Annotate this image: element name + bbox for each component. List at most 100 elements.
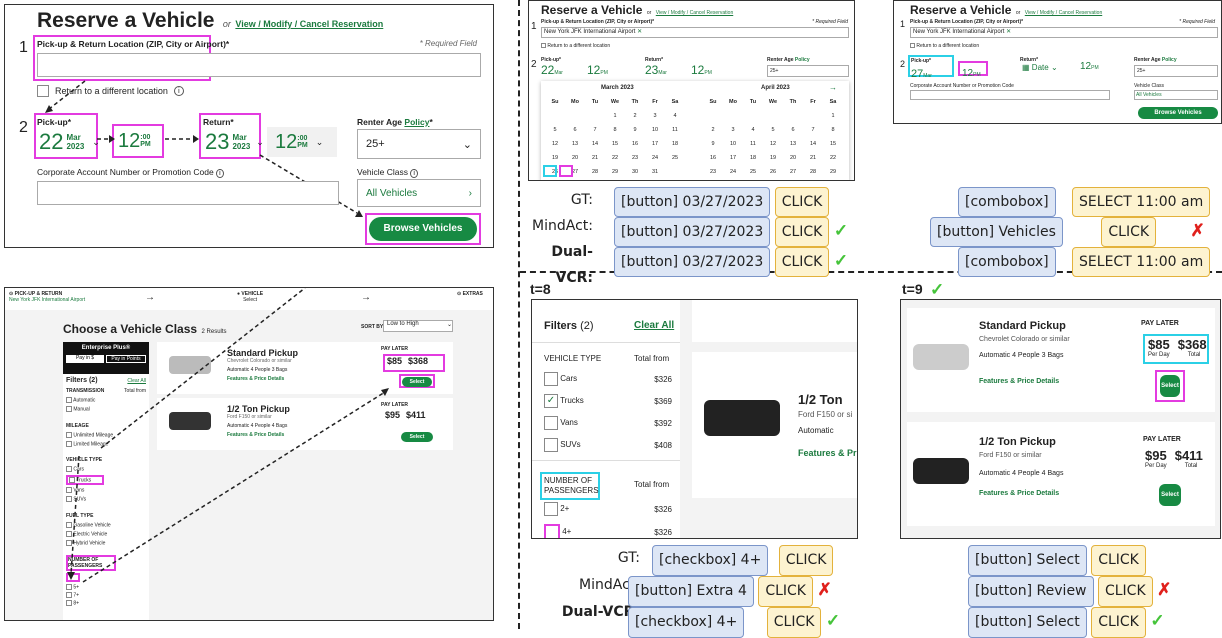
calendar-day[interactable]: 9 (703, 141, 723, 147)
calendar-day[interactable]: 19 (545, 155, 565, 161)
calendar-day[interactable]: 5 (545, 127, 565, 133)
calendar-day[interactable]: 24 (645, 155, 665, 161)
calendar-day[interactable]: 12 (763, 141, 783, 147)
checkbox[interactable]: ✓ (544, 394, 558, 408)
next-month-icon[interactable]: → (829, 83, 837, 92)
close-icon[interactable]: ✕ (1006, 29, 1011, 35)
checkbox[interactable] (541, 43, 546, 49)
return-time-combobox[interactable]: 12PM (1080, 61, 1099, 72)
calendar-day[interactable]: 3 (723, 127, 743, 133)
checkbox[interactable] (910, 43, 915, 49)
pass-4plus-checkbox[interactable] (544, 524, 560, 538)
calendar-day[interactable]: 31 (645, 169, 665, 175)
features-link[interactable]: Features & Pr (798, 448, 857, 458)
calendar-day[interactable]: 3 (645, 113, 665, 119)
calendar-day[interactable]: 26 (763, 169, 783, 175)
calendar-day[interactable]: 1 (823, 113, 843, 119)
return-date-button[interactable]: ▦ Date ⌄ (1022, 63, 1058, 72)
calendar-day[interactable]: 21 (803, 155, 823, 161)
pickup-date-button[interactable]: 22Mar (541, 63, 563, 77)
policy-link[interactable]: Policy (404, 117, 429, 127)
browse-vehicles-button[interactable]: Browse Vehicles (369, 217, 477, 241)
select-button[interactable]: Select (1159, 484, 1181, 506)
calendar-day[interactable]: 27 (783, 169, 803, 175)
pickup-location-input[interactable]: New York JFK International Airport ✕ (541, 27, 849, 38)
calendar-day[interactable]: 16 (625, 141, 645, 147)
pickup-time-combobox[interactable]: 12PM (958, 61, 988, 79)
select-button[interactable]: Select (1160, 375, 1180, 397)
pickup-date-highlight[interactable]: Pick-up* 27Mar (908, 55, 954, 80)
calendar-day[interactable]: 24 (723, 169, 743, 175)
calendar-day[interactable]: 7 (585, 127, 605, 133)
calendar-day[interactable]: 8 (605, 127, 625, 133)
calendar-day[interactable]: 5 (763, 127, 783, 133)
corp-code-input[interactable] (37, 181, 339, 205)
vehicle-class-select[interactable]: All Vehicles › (357, 179, 481, 207)
calendar-day[interactable]: 23 (625, 155, 645, 161)
renter-age-select[interactable]: 25+ ⌄ (357, 129, 481, 159)
calendar-day[interactable]: 23 (703, 169, 723, 175)
calendar-day[interactable]: 20 (783, 155, 803, 161)
calendar-day[interactable]: 28 (585, 169, 605, 175)
calendar-day[interactable]: 25 (743, 169, 763, 175)
vehicle-type-item[interactable]: Cars $326 (544, 372, 672, 386)
calendar-day[interactable]: 30 (625, 169, 645, 175)
vehicle-type-item[interactable]: Vans $392 (544, 416, 672, 430)
pickup-time-combobox[interactable]: 12PM (587, 63, 608, 77)
calendar-day[interactable]: 25 (665, 155, 685, 161)
return-date-button[interactable]: 23Mar (645, 63, 667, 77)
vehicle-type-item[interactable]: ✓ Trucks $369 (544, 394, 672, 408)
calendar-day[interactable]: 6 (565, 127, 585, 133)
calendar-day[interactable]: 22 (823, 155, 843, 161)
calendar-day[interactable]: 12 (545, 141, 565, 147)
calendar-day[interactable]: 17 (723, 155, 743, 161)
calendar-day[interactable]: 16 (703, 155, 723, 161)
return-time-combobox[interactable]: 12PM (691, 63, 712, 77)
calendar-day[interactable]: 10 (645, 127, 665, 133)
calendar-day[interactable]: 29 (605, 169, 625, 175)
calendar-day[interactable]: 15 (823, 141, 843, 147)
calendar-day[interactable]: 21 (585, 155, 605, 161)
features-link[interactable]: Features & Price Details (979, 490, 1059, 497)
calendar-day[interactable]: 7 (803, 127, 823, 133)
calendar-day (723, 113, 743, 119)
calendar-day[interactable]: 19 (763, 155, 783, 161)
calendar-day[interactable]: 4 (743, 127, 763, 133)
calendar-day[interactable]: 17 (645, 141, 665, 147)
vehicle-type-item[interactable]: SUVs $408 (544, 438, 672, 452)
calendar-day[interactable]: 2 (703, 127, 723, 133)
renter-age-select[interactable]: 25+ (1134, 65, 1218, 77)
calendar-day[interactable]: 28 (803, 169, 823, 175)
checkbox[interactable] (544, 438, 558, 452)
browse-vehicles-button[interactable]: Browse Vehicles (1138, 107, 1218, 119)
calendar-day[interactable]: 13 (783, 141, 803, 147)
renter-age-select[interactable]: 25+ (767, 65, 849, 77)
calendar-day[interactable]: 8 (823, 127, 843, 133)
calendar-day[interactable]: 11 (743, 141, 763, 147)
corp-code-input[interactable] (910, 90, 1110, 100)
calendar-day[interactable]: 22 (605, 155, 625, 161)
calendar-day[interactable]: 2 (625, 113, 645, 119)
checkbox[interactable] (544, 416, 558, 430)
calendar-day[interactable]: 10 (723, 141, 743, 147)
pickup-location-input[interactable]: New York JFK International Airport ✕ (910, 27, 1218, 38)
vehicle-class-select[interactable]: All Vehicles (1134, 90, 1218, 100)
calendar-day[interactable]: 13 (565, 141, 585, 147)
calendar-day[interactable]: 29 (823, 169, 843, 175)
calendar-day[interactable]: 11 (665, 127, 685, 133)
calendar-day[interactable]: 1 (605, 113, 625, 119)
clear-all-link[interactable]: Clear All (634, 320, 674, 331)
checkbox[interactable] (544, 372, 558, 386)
features-link[interactable]: Features & Price Details (979, 378, 1059, 385)
calendar-day[interactable]: 6 (783, 127, 803, 133)
calendar-day[interactable]: 14 (585, 141, 605, 147)
calendar-day[interactable]: 20 (565, 155, 585, 161)
calendar-day[interactable]: 4 (665, 113, 685, 119)
calendar-day[interactable]: 15 (605, 141, 625, 147)
calendar-day[interactable]: 18 (743, 155, 763, 161)
close-icon[interactable]: ✕ (637, 29, 642, 35)
calendar-day[interactable]: 18 (665, 141, 685, 147)
calendar-day[interactable]: 9 (625, 127, 645, 133)
checkbox[interactable] (544, 502, 558, 516)
calendar-day[interactable]: 14 (803, 141, 823, 147)
